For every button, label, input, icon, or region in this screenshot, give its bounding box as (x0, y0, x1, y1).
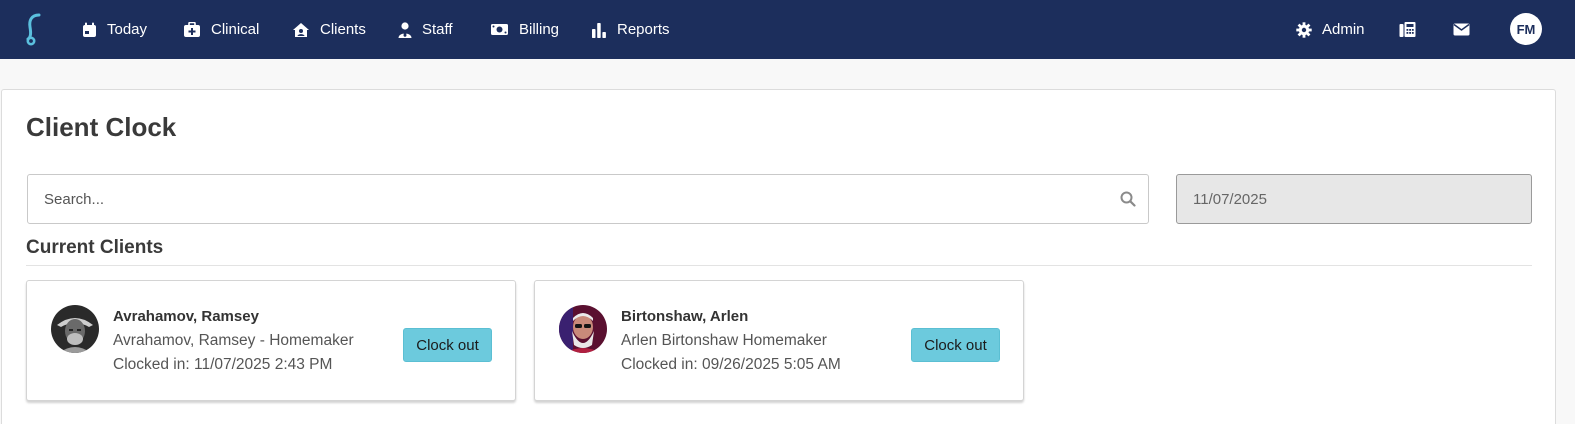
nav-today[interactable]: Today (82, 0, 147, 59)
client-photo (559, 305, 607, 353)
clock-out-button[interactable]: Clock out (911, 328, 1000, 362)
user-tie-icon (398, 21, 412, 38)
client-name: Birtonshaw, Arlen (621, 308, 749, 325)
clocked-in-time: Clocked in: 11/07/2025 2:43 PM (113, 356, 333, 373)
client-service: Arlen Birtonshaw Homemaker (621, 332, 827, 349)
client-card: Birtonshaw, Arlen Arlen Birtonshaw Homem… (534, 280, 1024, 401)
nav-billing[interactable]: Billing (490, 0, 559, 59)
clock-out-button[interactable]: Clock out (403, 328, 492, 362)
nav-clients-label: Clients (320, 21, 366, 38)
date-field[interactable] (1176, 174, 1532, 224)
page-title: Client Clock (26, 112, 177, 142)
client-card: Avrahamov, Ramsey Avrahamov, Ramsey - Ho… (26, 280, 516, 401)
client-name: Avrahamov, Ramsey (113, 308, 259, 325)
nav-billing-label: Billing (519, 21, 560, 38)
nav-clinical[interactable]: Clinical (183, 0, 259, 59)
section-title: Current Clients (26, 237, 164, 258)
nav-admin-label: Admin (1322, 21, 1365, 38)
nav-clinical-label: Clinical (211, 21, 260, 38)
medical-kit-icon (184, 21, 200, 37)
nav-clients[interactable]: Clients (292, 0, 366, 59)
money-bill-icon (491, 24, 508, 35)
client-clock-panel: Client Clock Current Clients Avrahamov, … (1, 89, 1556, 424)
app-logo-icon[interactable] (20, 12, 44, 46)
section-divider (26, 265, 1532, 266)
gear-icon (1296, 21, 1312, 38)
user-avatar[interactable]: FM (1510, 13, 1542, 45)
calendar-icon (83, 22, 96, 37)
top-navigation-bar: Today Clinical Clients Staff Billing Rep… (0, 0, 1575, 59)
nav-staff[interactable]: Staff (398, 0, 453, 59)
client-service: Avrahamov, Ramsey - Homemaker (113, 332, 354, 349)
search-input[interactable] (27, 174, 1149, 224)
bar-chart-icon (592, 22, 606, 38)
fax-icon (1399, 22, 1416, 37)
nav-today-label: Today (107, 21, 148, 38)
envelope-icon (1453, 23, 1470, 36)
nav-admin[interactable]: Admin (1296, 0, 1365, 59)
nav-reports[interactable]: Reports (591, 0, 670, 59)
client-photo (51, 305, 99, 353)
search-icon (1120, 191, 1136, 207)
clocked-in-time: Clocked in: 09/26/2025 5:05 AM (621, 356, 841, 373)
house-user-icon (293, 22, 309, 37)
nav-reports-label: Reports (617, 21, 670, 38)
messages-button[interactable] (1453, 0, 1470, 59)
nav-staff-label: Staff (422, 21, 453, 38)
fax-button[interactable] (1399, 0, 1416, 59)
